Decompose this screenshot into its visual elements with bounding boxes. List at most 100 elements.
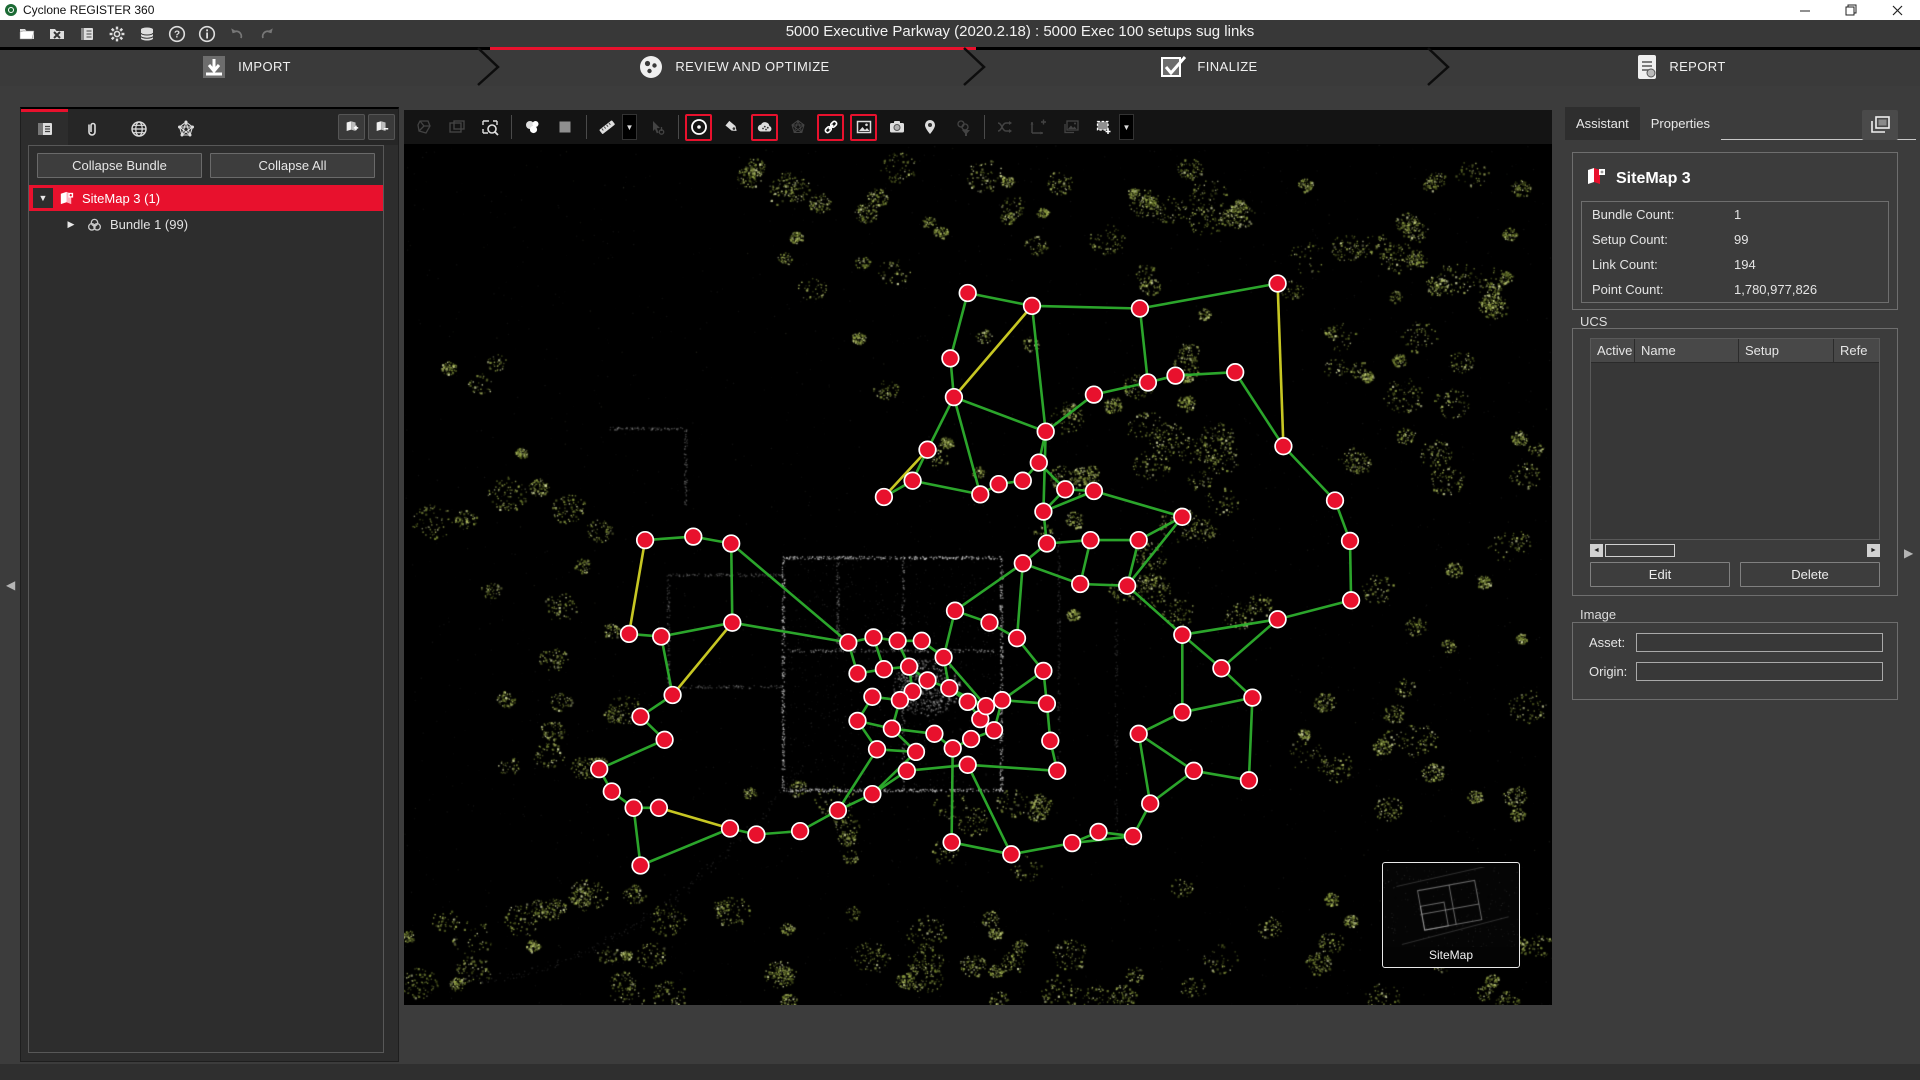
thumbnail-label: SiteMap: [1383, 948, 1519, 962]
settings-gear-icon[interactable]: [102, 23, 131, 45]
tree-item-sitemap-3-1-[interactable]: ▼ SiteMap 3 (1): [29, 185, 383, 211]
bundle-cloud-icon[interactable]: [518, 114, 545, 141]
scroll-right-arrow[interactable]: ►: [1867, 544, 1880, 557]
marquee-select-icon[interactable]: [1090, 114, 1117, 141]
setup-node: [889, 633, 906, 650]
add-sitemap-button[interactable]: [338, 114, 365, 140]
setup-node: [621, 626, 638, 643]
close-project-icon[interactable]: [42, 23, 71, 45]
workflow-tab-report[interactable]: REPORT: [1440, 47, 1920, 86]
info-icon[interactable]: [192, 23, 221, 45]
svg-text:?: ?: [173, 29, 179, 40]
tab-chevron-divider: [476, 47, 502, 86]
origin-field[interactable]: [1636, 662, 1883, 681]
zoom-window-icon[interactable]: [476, 114, 503, 141]
setup-node: [1140, 374, 1157, 391]
panel-tab-globe[interactable]: [115, 109, 162, 145]
sitemap-viewport[interactable]: SiteMap: [404, 144, 1552, 1005]
ucs-horizontal-scrollbar[interactable]: ◄ ►: [1590, 544, 1880, 557]
ucs-delete-button[interactable]: Delete: [1740, 562, 1880, 587]
open-project-icon[interactable]: [12, 23, 41, 45]
collapse-all-button[interactable]: Collapse All: [210, 153, 375, 178]
menu-toolbar: ? 5000 Executive Parkway (2020.2.18) : 5…: [0, 20, 1920, 47]
setup-link-graph[interactable]: [404, 144, 1552, 1005]
setup-node: [840, 634, 857, 651]
setup-node: [981, 614, 998, 631]
setup-node: [748, 826, 765, 843]
show-images-icon[interactable]: [850, 114, 877, 141]
remove-sitemap-button[interactable]: [368, 114, 395, 140]
setup-node: [604, 783, 621, 800]
window-title: Cyclone REGISTER 360: [23, 3, 154, 17]
scroll-left-arrow[interactable]: ◄: [1590, 544, 1603, 557]
setup-node: [986, 722, 1003, 739]
stat-row: Setup Count:99: [1582, 227, 1888, 252]
tree-expander[interactable]: ▼: [33, 188, 53, 208]
tree-expander[interactable]: ▶: [61, 214, 81, 234]
camera-icon[interactable]: [883, 114, 910, 141]
asset-field[interactable]: [1636, 633, 1883, 652]
ucs-table[interactable]: ActiveNameSetupRefe: [1590, 338, 1880, 540]
panel-tab-project-tree[interactable]: [21, 109, 68, 145]
show-links-icon[interactable]: [817, 114, 844, 141]
ucs-column-refe[interactable]: Refe: [1834, 339, 1879, 362]
minimize-button[interactable]: [1782, 0, 1828, 20]
ucs-column-active[interactable]: Active: [1591, 339, 1635, 362]
workflow-tab-finalize[interactable]: FINALIZE: [976, 47, 1440, 86]
workflow-tab-import[interactable]: IMPORT: [0, 47, 490, 86]
import-arrow-icon: [199, 52, 229, 82]
setup-node: [994, 692, 1011, 709]
setup-node: [664, 687, 681, 704]
setup-node: [722, 820, 739, 837]
help-icon[interactable]: ?: [162, 23, 191, 45]
setup-node: [1039, 695, 1056, 712]
setup-node: [1342, 533, 1359, 550]
tab-assistant[interactable]: Assistant: [1565, 107, 1640, 140]
setup-node: [830, 802, 847, 819]
stat-row: Point Count:1,780,977,826: [1582, 277, 1888, 302]
show-labels-icon[interactable]: [718, 114, 745, 141]
restore-button[interactable]: [1828, 0, 1874, 20]
measure-ruler-dropdown[interactable]: ▼: [622, 114, 637, 140]
tab-properties[interactable]: Properties: [1640, 107, 1721, 140]
tree-item-bundle-1-99-[interactable]: ▶ Bundle 1 (99): [29, 211, 383, 237]
close-button[interactable]: [1874, 0, 1920, 20]
panel-tab-paperclip[interactable]: [68, 109, 115, 145]
project-panel: Collapse Bundle Collapse All ▼ SiteMap 3…: [20, 107, 399, 1062]
ucs-column-setup[interactable]: Setup: [1739, 339, 1834, 362]
setup-node: [1086, 483, 1103, 500]
square-select-icon[interactable]: [551, 114, 578, 141]
geotag-pin-icon[interactable]: [916, 114, 943, 141]
report-book-icon[interactable]: [72, 23, 101, 45]
setup-node: [637, 532, 654, 549]
app-logo-icon: [5, 4, 17, 16]
sitemap-icon: [1586, 167, 1607, 191]
setup-node: [919, 672, 936, 689]
setup-node: [869, 741, 886, 758]
ucs-edit-button[interactable]: Edit: [1590, 562, 1730, 587]
workflow-tab-review-and-optimize[interactable]: REVIEW AND OPTIMIZE: [490, 47, 976, 86]
ucs-column-name[interactable]: Name: [1635, 339, 1739, 362]
storage-database-icon[interactable]: [132, 23, 161, 45]
show-setups-icon[interactable]: [685, 114, 712, 141]
checkbox-icon: [1158, 52, 1188, 82]
collapse-left-panel-arrow[interactable]: ◀: [6, 578, 15, 592]
marquee-select-dropdown[interactable]: ▼: [1119, 114, 1134, 140]
scrollbar-thumb[interactable]: [1605, 544, 1675, 557]
show-cloud-icon[interactable]: [751, 114, 778, 141]
setup-node: [591, 761, 608, 778]
setup-node: [972, 486, 989, 503]
collapse-bundle-button[interactable]: Collapse Bundle: [37, 153, 202, 178]
setup-node: [1037, 423, 1054, 440]
panel-tab-network-star[interactable]: [162, 109, 209, 145]
expand-right-panel-arrow[interactable]: ▶: [1904, 546, 1913, 560]
setup-node: [632, 708, 649, 725]
measure-ruler-icon[interactable]: [593, 114, 620, 141]
tab-chevron-divider: [962, 47, 988, 86]
layout-windows-button[interactable]: [1862, 110, 1898, 140]
setup-node: [1244, 689, 1261, 706]
setup-node: [1343, 592, 1360, 609]
setup-node: [1031, 454, 1048, 471]
sitemap-thumbnail[interactable]: SiteMap: [1382, 862, 1520, 968]
image-frame-icon: [1057, 114, 1084, 141]
